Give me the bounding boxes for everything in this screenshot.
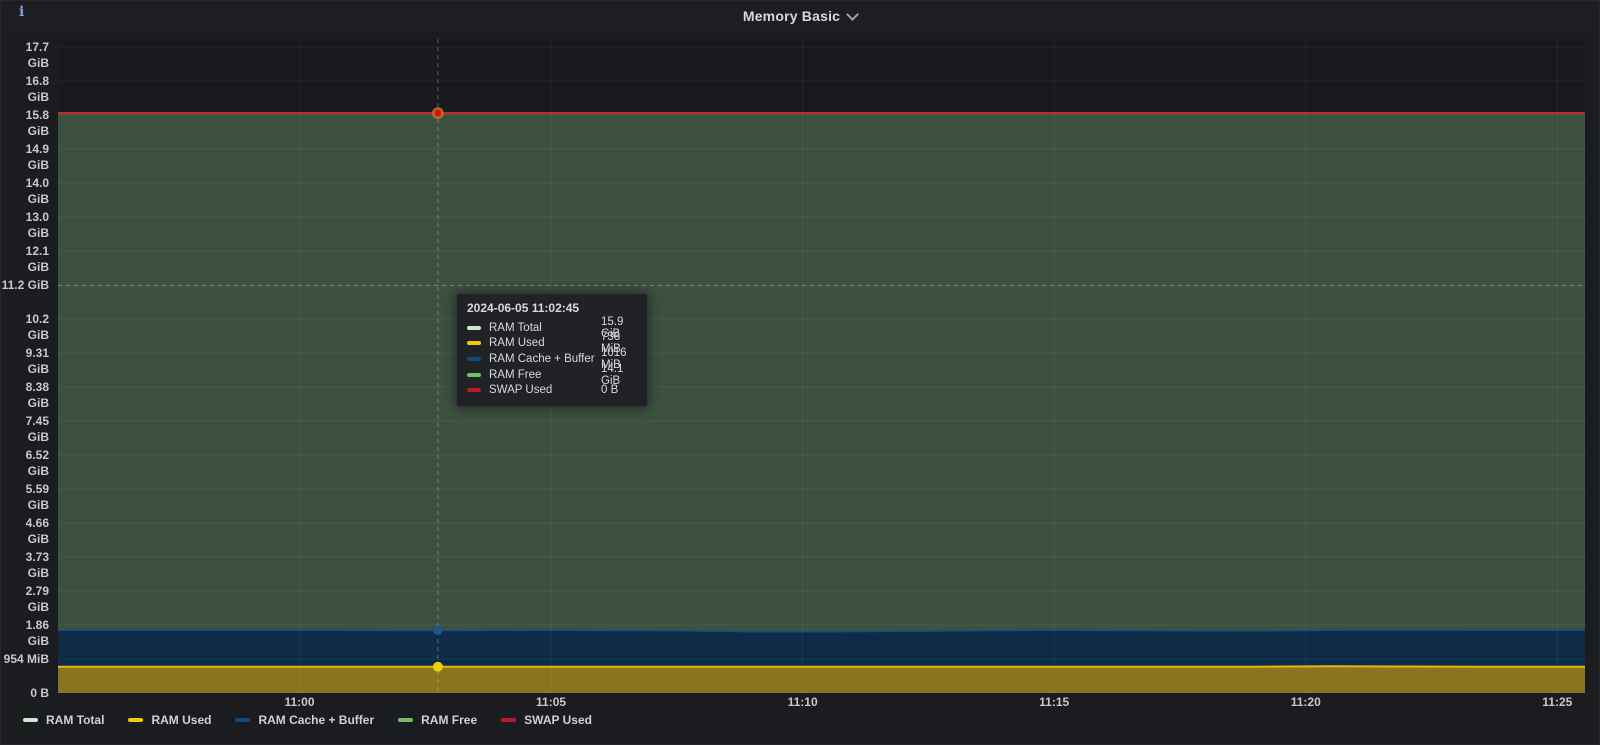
legend-label: RAM Used bbox=[151, 713, 211, 727]
y-axis-tick-label: 7.45 GiB bbox=[1, 413, 49, 429]
y-axis-tick-label: 13.0 GiB bbox=[1, 209, 49, 225]
y-axis-tick-label: 3.73 GiB bbox=[1, 549, 49, 565]
tooltip-timestamp: 2024-06-05 11:02:45 bbox=[467, 301, 637, 315]
y-axis-tick-label: 15.8 GiB bbox=[1, 107, 49, 123]
y-axis-tick-label: 6.52 GiB bbox=[1, 447, 49, 463]
series-swatch bbox=[398, 718, 413, 722]
tooltip-row: SWAP Used 0 B bbox=[467, 382, 637, 398]
panel-title[interactable]: Memory Basic bbox=[743, 8, 840, 24]
series-swatch bbox=[23, 718, 38, 722]
y-axis-tick-label: 2.79 GiB bbox=[1, 583, 49, 599]
legend-item-ram-total[interactable]: RAM Total bbox=[23, 713, 104, 727]
chart-legend: RAM Total RAM Used RAM Cache + Buffer RA… bbox=[23, 713, 592, 727]
tooltip-series-label: RAM Free bbox=[489, 369, 601, 381]
y-axis-tick-label: 8.38 GiB bbox=[1, 379, 49, 395]
memory-chart[interactable] bbox=[1, 1, 1600, 745]
tooltip-series-label: SWAP Used bbox=[489, 384, 601, 396]
tooltip-series-label: RAM Used bbox=[489, 337, 601, 349]
x-axis-tick-label: 11:10 bbox=[773, 695, 833, 709]
y-axis-tick-label: 4.66 GiB bbox=[1, 515, 49, 531]
series-swatch bbox=[467, 373, 481, 377]
panel-header[interactable]: Memory Basic bbox=[1, 1, 1599, 31]
tooltip-series-value: 0 B bbox=[601, 384, 637, 396]
tooltip-series-label: RAM Cache + Buffer bbox=[489, 353, 601, 365]
y-axis-tick-label: 11.2 GiB bbox=[1, 277, 49, 293]
series-swatch bbox=[467, 326, 481, 330]
tooltip-series-label: RAM Total bbox=[489, 322, 601, 334]
x-axis-tick-label: 11:00 bbox=[270, 695, 330, 709]
y-axis-tick-label: 12.1 GiB bbox=[1, 243, 49, 259]
legend-item-ram-free[interactable]: RAM Free bbox=[398, 713, 477, 727]
x-axis-tick-label: 11:05 bbox=[521, 695, 581, 709]
series-swatch bbox=[501, 718, 516, 722]
x-axis-tick-label: 11:20 bbox=[1276, 695, 1336, 709]
series-swatch bbox=[467, 357, 481, 361]
y-axis-tick-label: 16.8 GiB bbox=[1, 73, 49, 89]
y-axis-tick-label: 9.31 GiB bbox=[1, 345, 49, 361]
legend-item-ram-used[interactable]: RAM Used bbox=[128, 713, 211, 727]
legend-label: RAM Cache + Buffer bbox=[258, 713, 374, 727]
legend-label: RAM Free bbox=[421, 713, 477, 727]
y-axis-tick-label: 10.2 GiB bbox=[1, 311, 49, 327]
y-axis-tick-label: 0 B bbox=[1, 685, 49, 701]
y-axis-tick-label: 14.9 GiB bbox=[1, 141, 49, 157]
grafana-panel: Memory Basic i 17.7 GiB 16.8 GiB 15.8 GiB 1… bbox=[0, 0, 1600, 745]
legend-label: RAM Total bbox=[46, 713, 104, 727]
legend-item-swap-used[interactable]: SWAP Used bbox=[501, 713, 592, 727]
y-axis-tick-label: 5.59 GiB bbox=[1, 481, 49, 497]
x-axis-tick-label: 11:25 bbox=[1527, 695, 1587, 709]
series-swatch bbox=[128, 718, 143, 722]
series-swatch bbox=[467, 341, 481, 345]
chevron-down-icon bbox=[846, 8, 859, 21]
y-axis-tick-label: 17.7 GiB bbox=[1, 39, 49, 55]
series-swatch bbox=[235, 718, 250, 722]
legend-item-ram-cache-buffer[interactable]: RAM Cache + Buffer bbox=[235, 713, 374, 727]
chart-tooltip: 2024-06-05 11:02:45 RAM Total 15.9 GiB R… bbox=[456, 293, 648, 407]
legend-label: SWAP Used bbox=[524, 713, 592, 727]
tooltip-row: RAM Free 14.1 GiB bbox=[467, 367, 637, 383]
info-icon[interactable]: i bbox=[19, 4, 24, 20]
tooltip-series-value: 14.1 GiB bbox=[601, 363, 637, 387]
y-axis-tick-label: 14.0 GiB bbox=[1, 175, 49, 191]
y-axis-tick-label: 954 MiB bbox=[1, 651, 49, 667]
y-axis-tick-label: 1.86 GiB bbox=[1, 617, 49, 633]
series-swatch bbox=[467, 388, 481, 392]
x-axis-tick-label: 11:15 bbox=[1024, 695, 1084, 709]
